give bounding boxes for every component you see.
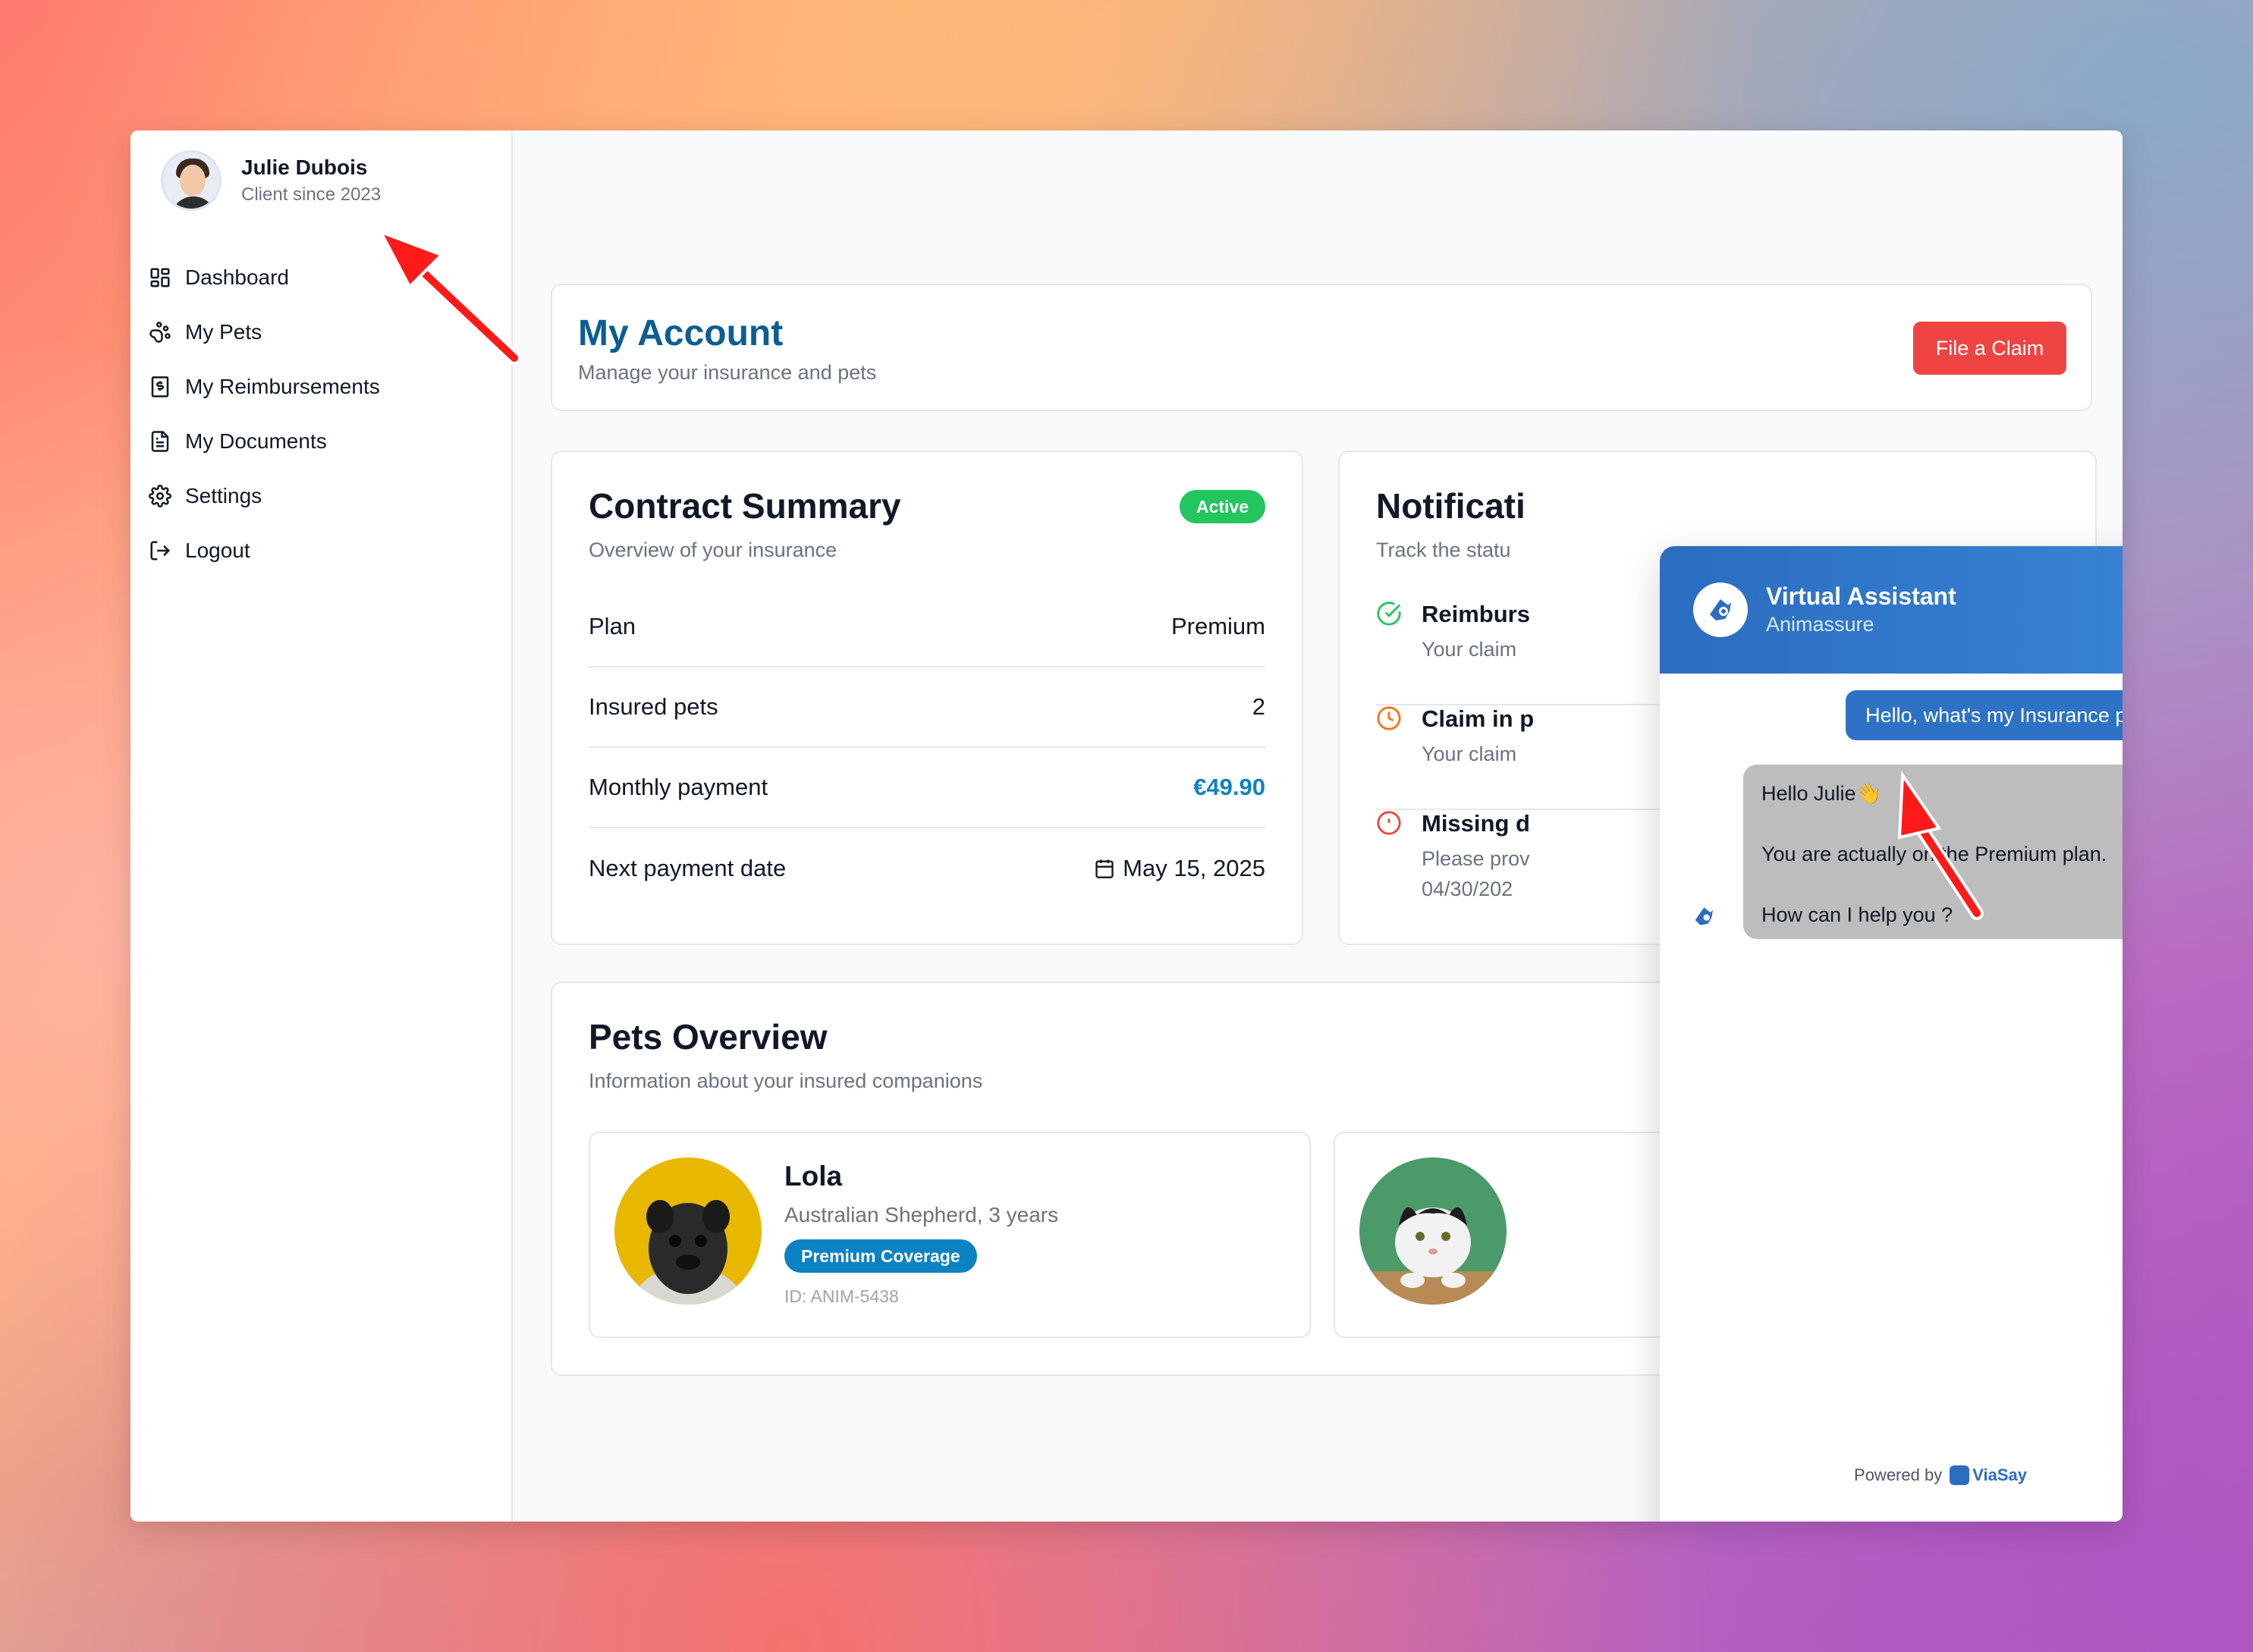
chat-title: Virtual Assistant xyxy=(1766,583,1956,610)
coverage-badge: Premium Coverage xyxy=(784,1239,977,1273)
next-payment-date: May 15, 2025 xyxy=(1123,855,1265,881)
clock-icon xyxy=(1377,706,1401,730)
check-circle-icon xyxy=(1377,601,1401,626)
alert-circle-icon xyxy=(1377,811,1401,835)
pet-card-lola[interactable]: Lola Australian Shepherd, 3 years Premiu… xyxy=(589,1132,1311,1338)
sidebar-item-label: My Pets xyxy=(185,320,262,344)
row-value-date: May 15, 2025 xyxy=(1094,855,1265,882)
user-since: Client since 2023 xyxy=(241,184,382,205)
sidebar-item-my-documents[interactable]: My Documents xyxy=(149,414,380,469)
sidebar-item-label: Dashboard xyxy=(185,265,289,289)
page-subtitle: Manage your insurance and pets xyxy=(578,361,877,384)
row-label: Next payment date xyxy=(589,855,787,881)
sidebar-item-settings[interactable]: Settings xyxy=(149,469,380,523)
assistant-message: Hello Julie👋 You are actually on the Pre… xyxy=(1743,765,2123,939)
sidebar-item-my-pets[interactable]: My Pets xyxy=(149,305,380,360)
row-label: Insured pets xyxy=(589,693,718,720)
row-value: €49.90 xyxy=(1193,774,1265,800)
sidebar: Julie Dubois Client since 2023 Dashboard… xyxy=(130,130,513,1522)
assistant-message-line: You are actually on the Premium plan. xyxy=(1761,843,2107,865)
chat-widget: Virtual Assistant Animassure Hello, what… xyxy=(1660,546,2123,1522)
sidebar-item-my-reimbursements[interactable]: My Reimbursements xyxy=(149,360,380,414)
sidebar-item-label: Settings xyxy=(185,484,262,507)
notifications-title: Notificati xyxy=(1376,486,1526,526)
contract-title: Contract Summary xyxy=(589,486,901,526)
sidebar-item-label: My Reimbursements xyxy=(185,375,380,398)
row-value: Premium xyxy=(1170,613,1265,639)
contract-rows: Plan Premium Insured pets 2 Monthly paym… xyxy=(589,587,1265,909)
sidebar-item-logout[interactable]: Logout xyxy=(149,523,380,578)
powered-by-label: Powered by xyxy=(1854,1465,1943,1484)
notification-title: Missing d xyxy=(1422,810,1530,837)
user-profile[interactable]: Julie Dubois Client since 2023 xyxy=(161,150,381,211)
app-window: Julie Dubois Client since 2023 Dashboard… xyxy=(130,130,2123,1522)
sidebar-item-dashboard[interactable]: Dashboard xyxy=(149,250,380,305)
assistant-logo-icon xyxy=(1693,583,1748,637)
chat-subtitle: Animassure xyxy=(1766,613,1874,636)
contract-row-monthly-payment: Monthly payment €49.90 xyxy=(589,748,1265,828)
logout-icon xyxy=(150,541,171,561)
notifications-subtitle: Track the statu xyxy=(1376,539,1511,561)
document-icon xyxy=(151,431,169,452)
contract-row-next-payment: Next payment date May 15, 2025 xyxy=(589,828,1265,909)
row-label: Monthly payment xyxy=(589,774,768,800)
pet-id: ID: ANIM-5438 xyxy=(784,1286,899,1306)
pets-title: Pets Overview xyxy=(589,1017,828,1057)
row-value: 2 xyxy=(1252,693,1265,720)
contract-row-plan: Plan Premium xyxy=(589,587,1265,667)
contract-row-insured-pets: Insured pets 2 xyxy=(589,667,1265,748)
powered-by: Powered by ViaSay xyxy=(1660,1465,2123,1485)
sidebar-item-label: Logout xyxy=(185,539,250,562)
pets-subtitle: Information about your insured companion… xyxy=(589,1069,983,1092)
gear-icon xyxy=(149,485,171,507)
avatar xyxy=(161,150,222,211)
user-message: Hello, what's my Insurance plan ? xyxy=(1846,690,2123,740)
assistant-message-line: How can I help you ? xyxy=(1761,903,1953,926)
row-label: Plan xyxy=(589,613,636,639)
status-badge: Active xyxy=(1179,490,1265,523)
pet-name: Lola xyxy=(784,1160,843,1192)
viasay-logo-icon xyxy=(1950,1465,1970,1485)
chat-header: Virtual Assistant Animassure xyxy=(1660,546,2123,674)
pet-photo-pug xyxy=(614,1157,762,1305)
sidebar-item-label: My Documents xyxy=(185,429,327,453)
notification-title: Claim in p xyxy=(1422,705,1535,732)
pet-photo-cat xyxy=(1359,1157,1507,1305)
assistant-avatar-icon xyxy=(1695,907,1713,925)
user-name: Julie Dubois xyxy=(241,155,368,179)
file-claim-button[interactable]: File a Claim xyxy=(1913,322,2066,375)
assistant-message-line: Hello Julie👋 xyxy=(1761,782,1882,805)
contract-subtitle: Overview of your insurance xyxy=(589,539,837,561)
contract-summary-card: Contract Summary Overview of your insura… xyxy=(551,451,1303,945)
sidebar-nav: Dashboard My Pets My Reimbursements My D… xyxy=(149,250,380,578)
page-title: My Account xyxy=(578,313,784,353)
pet-breed: Australian Shepherd, 3 years xyxy=(784,1203,1059,1226)
notification-title: Reimburs xyxy=(1422,601,1530,627)
dashboard-icon xyxy=(150,268,170,287)
account-header: My Account Manage your insurance and pet… xyxy=(551,284,2092,411)
paw-icon xyxy=(149,322,171,343)
calendar-icon xyxy=(1095,859,1114,878)
receipt-dollar-icon xyxy=(151,376,169,397)
powered-by-brand[interactable]: ViaSay xyxy=(1972,1465,2027,1485)
